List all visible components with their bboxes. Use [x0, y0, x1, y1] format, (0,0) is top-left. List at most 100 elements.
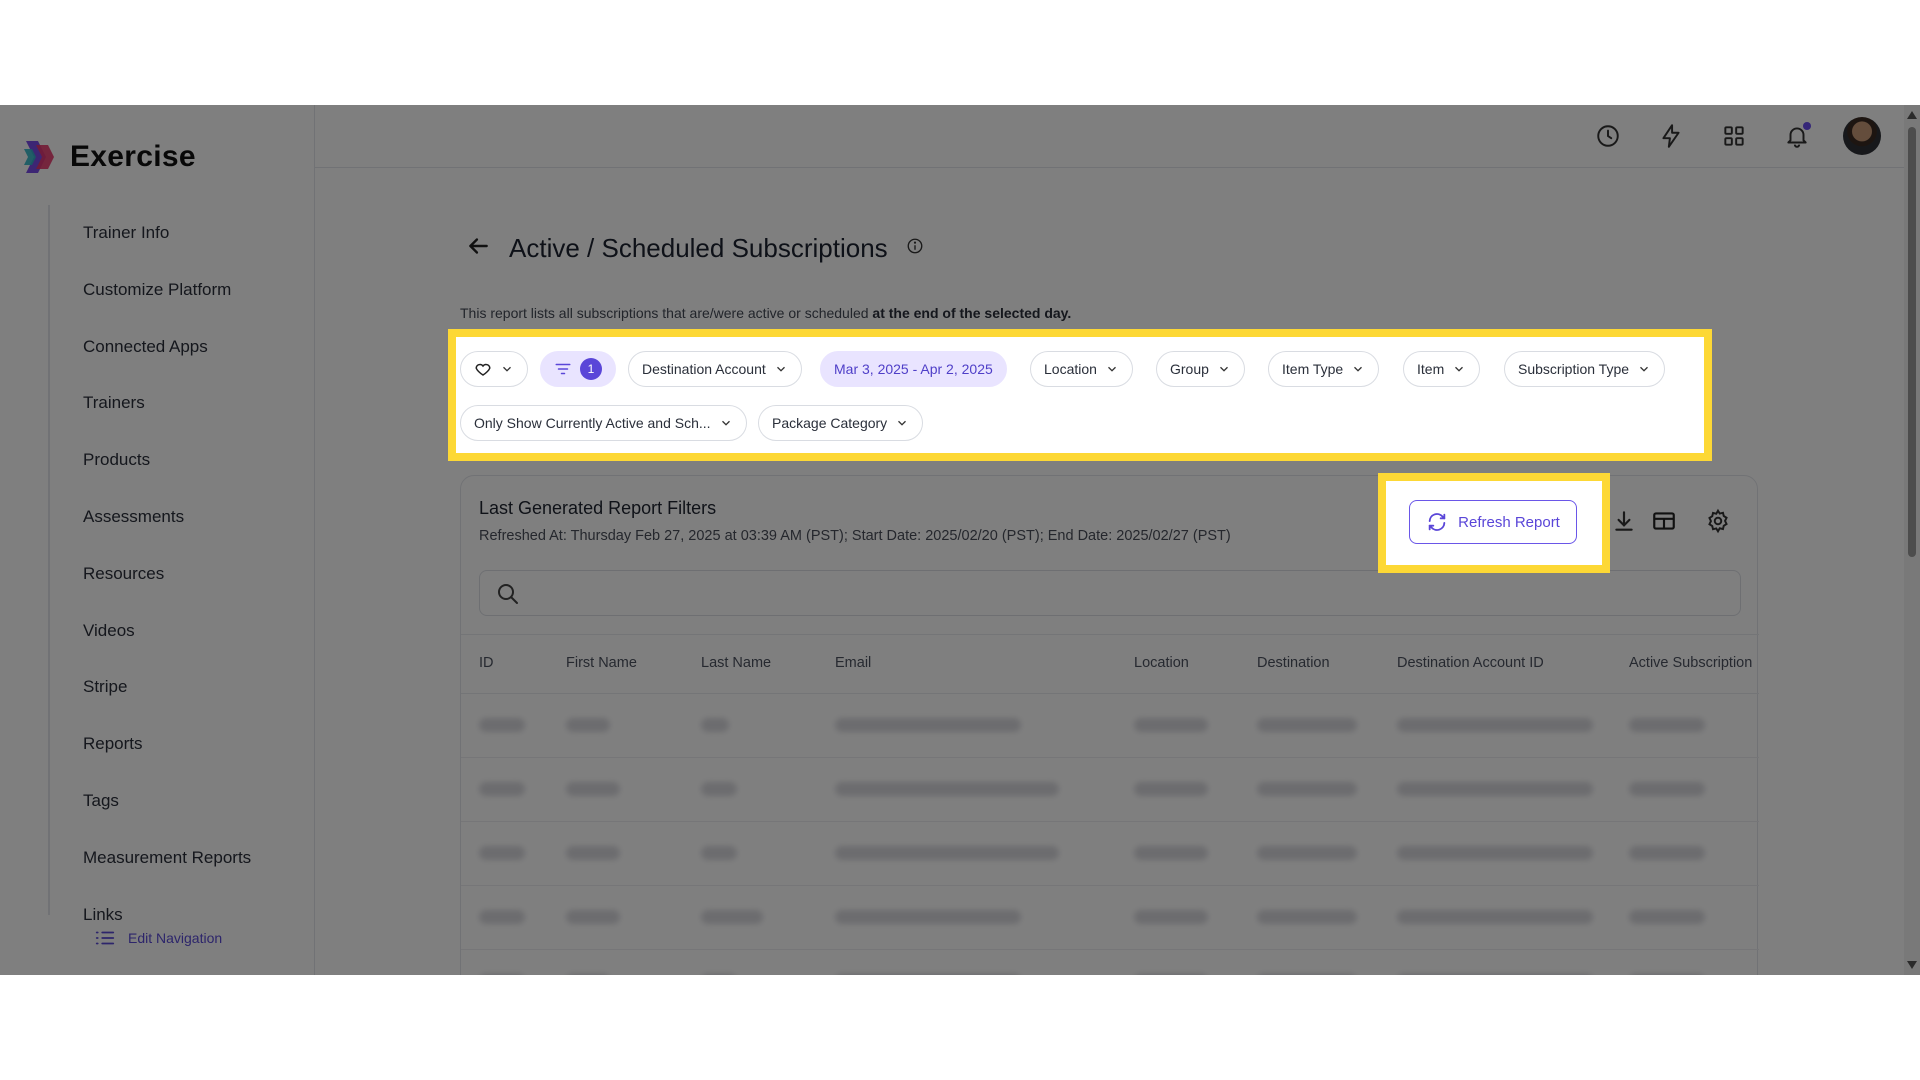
- edit-navigation-label: Edit Navigation: [128, 930, 223, 946]
- chevron-down-icon: [1640, 366, 1648, 372]
- column-header-active-subscription[interactable]: Active Subscription: [1629, 655, 1752, 671]
- column-header-destination-account-id[interactable]: Destination Account ID: [1397, 655, 1544, 671]
- page-title: Active / Scheduled Subscriptions: [509, 233, 888, 263]
- app-window: Exercise Trainer Info Customize Platform…: [0, 105, 1920, 975]
- location-label: Location: [1044, 361, 1097, 377]
- app-logo[interactable]: Exercise: [22, 139, 196, 175]
- info-button[interactable]: [906, 237, 924, 260]
- destination-account-dropdown[interactable]: Destination Account: [628, 351, 802, 387]
- column-header-last-name[interactable]: Last Name: [701, 655, 771, 671]
- only-show-active-dropdown[interactable]: Only Show Currently Active and Sch...: [460, 405, 747, 441]
- refresh-report-area: Refresh Report: [1380, 475, 1608, 571]
- report-filters-title: Last Generated Report Filters: [479, 498, 717, 518]
- refresh-icon: [1428, 513, 1446, 531]
- column-header-first-name[interactable]: First Name: [566, 655, 637, 671]
- table-row[interactable]: [461, 822, 1759, 886]
- refresh-report-label: Refresh Report: [1458, 513, 1560, 531]
- item-dropdown[interactable]: Item: [1403, 351, 1481, 387]
- refresh-report-button[interactable]: Refresh Report: [1409, 500, 1577, 544]
- top-bar: [315, 105, 1920, 168]
- sidebar-item-videos[interactable]: Videos: [50, 603, 298, 660]
- arrow-left-icon: [469, 238, 488, 254]
- sidebar-item-measurement-reports[interactable]: Measurement Reports: [50, 830, 298, 887]
- package-category-dropdown[interactable]: Package Category: [758, 405, 924, 441]
- sidebar: Exercise Trainer Info Customize Platform…: [0, 105, 315, 975]
- chevron-down-icon: [721, 420, 730, 426]
- filter-bar: 1 Destination Account Mar 3, 2025 - Apr …: [450, 331, 1710, 459]
- list-icon: [95, 931, 115, 945]
- table-row[interactable]: [461, 886, 1759, 950]
- favorites-dropdown[interactable]: [460, 351, 528, 387]
- sidebar-item-customize-platform[interactable]: Customize Platform: [50, 262, 298, 319]
- scroll-down-arrow-icon[interactable]: [1907, 961, 1917, 969]
- column-header-destination[interactable]: Destination: [1257, 655, 1330, 671]
- package-category-label: Package Category: [772, 415, 888, 431]
- subscription-type-label: Subscription Type: [1518, 361, 1630, 377]
- settings-button[interactable]: [1705, 508, 1733, 536]
- sidebar-item-tags[interactable]: Tags: [50, 773, 298, 830]
- only-show-active-label: Only Show Currently Active and Sch...: [474, 415, 711, 431]
- chevron-down-icon: [776, 366, 785, 372]
- location-dropdown[interactable]: Location: [1030, 351, 1133, 387]
- clock-icon: [1597, 125, 1619, 147]
- table-icon: [1653, 512, 1675, 530]
- sidebar-item-reports[interactable]: Reports: [50, 716, 298, 773]
- table-view-button[interactable]: [1651, 508, 1679, 536]
- table-row[interactable]: [461, 758, 1759, 822]
- chevron-down-icon: [1219, 366, 1228, 372]
- grid-icon: [1724, 126, 1744, 146]
- table-row[interactable]: [461, 694, 1759, 758]
- user-avatar[interactable]: [1843, 117, 1881, 155]
- item-type-label: Item Type: [1282, 361, 1344, 377]
- sidebar-item-connected-apps[interactable]: Connected Apps: [50, 319, 298, 376]
- sidebar-item-stripe[interactable]: Stripe: [50, 659, 298, 716]
- heart-icon: [475, 363, 491, 376]
- column-header-email[interactable]: Email: [835, 655, 871, 671]
- destination-account-label: Destination Account: [642, 361, 766, 377]
- info-icon: [907, 238, 923, 254]
- sidebar-nav: Trainer Info Customize Platform Connecte…: [48, 205, 298, 924]
- chevron-down-icon: [1354, 366, 1363, 372]
- item-type-dropdown[interactable]: Item Type: [1268, 351, 1380, 387]
- description-bold-text: at the end of the selected day.: [872, 305, 1072, 321]
- notification-dot: [1803, 122, 1811, 130]
- apps-button[interactable]: [1718, 120, 1750, 152]
- notifications-button[interactable]: [1781, 120, 1813, 152]
- subscription-type-dropdown[interactable]: Subscription Type: [1504, 351, 1666, 387]
- sidebar-item-trainer-info[interactable]: Trainer Info: [50, 205, 298, 262]
- column-header-location[interactable]: Location: [1134, 655, 1189, 671]
- back-button[interactable]: [465, 233, 491, 264]
- sidebar-item-trainers[interactable]: Trainers: [50, 375, 298, 432]
- report-description: This report lists all subscriptions that…: [460, 305, 1071, 321]
- chevron-down-icon: [1107, 366, 1116, 372]
- filter-toggle[interactable]: 1: [540, 351, 616, 387]
- sidebar-item-assessments[interactable]: Assessments: [50, 489, 298, 546]
- refreshed-at-text: Refreshed At: Thursday Feb 27, 2025 at 0…: [479, 528, 1231, 544]
- chevron-down-icon: [1455, 366, 1464, 372]
- column-header-id[interactable]: ID: [479, 655, 494, 671]
- group-label: Group: [1170, 361, 1209, 377]
- item-label: Item: [1417, 361, 1445, 377]
- vertical-scrollbar[interactable]: [1904, 105, 1920, 975]
- quick-actions-button[interactable]: [1655, 120, 1687, 152]
- search-input[interactable]: [479, 570, 1741, 616]
- chevron-down-icon: [898, 420, 907, 426]
- search-icon: [498, 584, 518, 604]
- edit-navigation-button[interactable]: Edit Navigation: [94, 927, 222, 949]
- gear-icon: [1708, 508, 1728, 534]
- sidebar-item-resources[interactable]: Resources: [50, 546, 298, 603]
- history-button[interactable]: [1592, 120, 1624, 152]
- download-icon: [1615, 511, 1633, 531]
- group-dropdown[interactable]: Group: [1156, 351, 1245, 387]
- date-range-label: Mar 3, 2025 - Apr 2, 2025: [834, 361, 993, 377]
- date-range-picker[interactable]: Mar 3, 2025 - Apr 2, 2025: [820, 351, 1007, 387]
- table-header: ID First Name Last Name Email Location D…: [461, 634, 1759, 694]
- chevron-down-icon: [503, 366, 511, 372]
- filter-count-badge: 1: [580, 358, 602, 380]
- table-row[interactable]: [461, 950, 1759, 975]
- scrollbar-thumb[interactable]: [1908, 127, 1916, 557]
- scroll-up-arrow-icon[interactable]: [1907, 111, 1917, 119]
- sidebar-item-products[interactable]: Products: [50, 432, 298, 489]
- exercise-logo-icon: [24, 141, 54, 173]
- download-button[interactable]: [1611, 508, 1639, 536]
